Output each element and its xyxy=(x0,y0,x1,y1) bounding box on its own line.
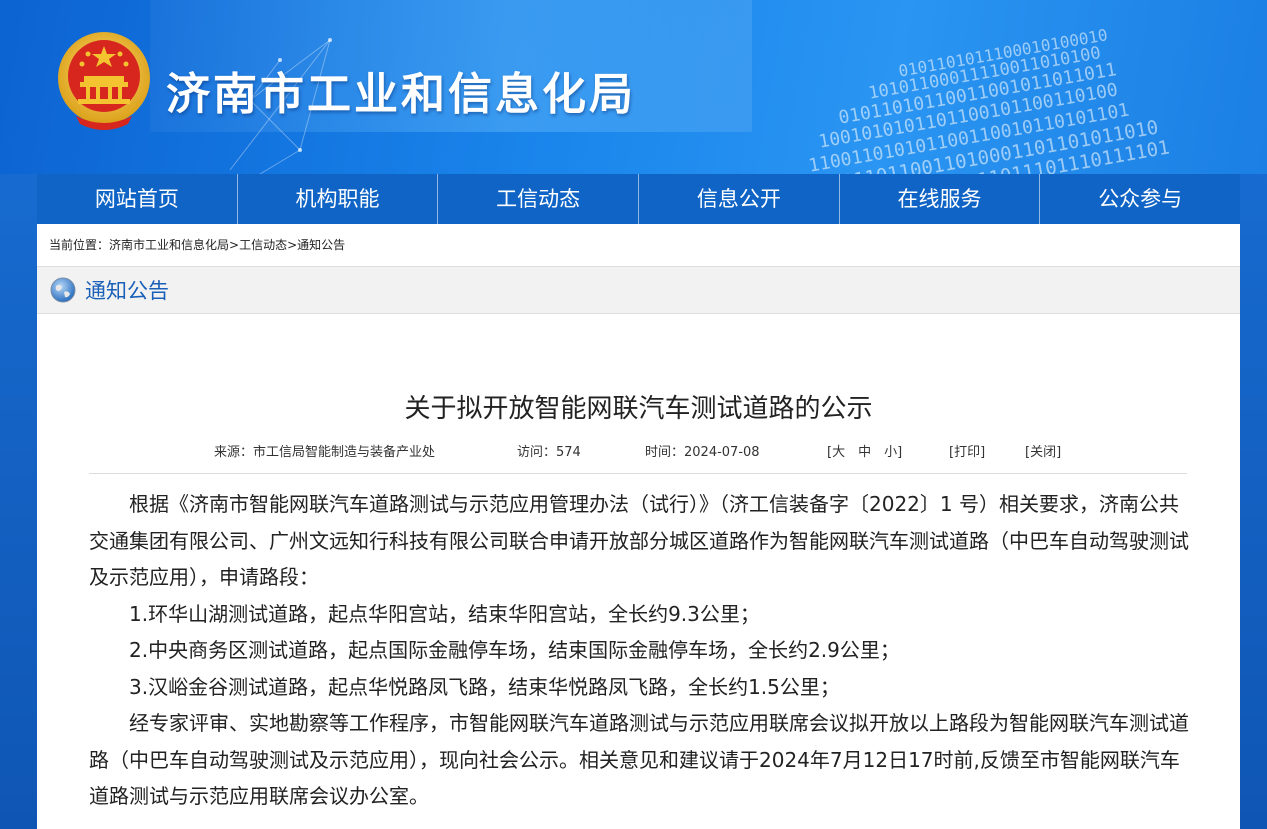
main-nav: 网站首页 机构职能 工信动态 信息公开 在线服务 公众参与 xyxy=(37,174,1240,225)
article-paragraph: 3.汉峪金谷测试道路，起点华悦路凤飞路，结束华悦路凤飞路，全长约1.5公里； xyxy=(129,674,840,699)
nav-item-functions[interactable]: 机构职能 xyxy=(238,174,439,224)
article-meta: 来源：市工信局智能制造与装备产业处 访问：574 时间：2024-07-08 [… xyxy=(37,441,1240,461)
article-title: 关于拟开放智能网联汽车测试道路的公示 xyxy=(404,394,873,424)
header-banner: 0101101011100010100010 10101100011110011… xyxy=(0,0,1267,174)
article-paragraph: 1.环华山湖测试道路，起点华阳宫站，结束华阳宫站，全长约9.3公里； xyxy=(129,601,760,626)
section-title: 通知公告 xyxy=(85,279,169,303)
breadcrumb: 当前位置：济南市工业和信息化局>工信动态>通知公告 xyxy=(37,224,1240,267)
article-paragraph: 根据《济南市智能网联汽车道路测试与示范应用管理办法（试行）》（济工信装备字〔20… xyxy=(89,492,1189,589)
globe-icon xyxy=(50,277,76,303)
breadcrumb-link-notices[interactable]: 通知公告 xyxy=(297,238,345,252)
breadcrumb-separator: > xyxy=(287,238,298,252)
nav-item-services[interactable]: 在线服务 xyxy=(840,174,1041,224)
nav-item-participation[interactable]: 公众参与 xyxy=(1040,174,1240,224)
breadcrumb-link-news[interactable]: 工信动态 xyxy=(239,238,287,252)
article-body: 根据《济南市智能网联汽车道路测试与示范应用管理办法（试行）》（济工信装备字〔20… xyxy=(89,486,1189,815)
article-visits: 访问：574 xyxy=(517,445,581,460)
site-title: 济南市工业和信息化局 xyxy=(166,69,636,120)
close-button[interactable]: [关闭] xyxy=(1025,441,1061,460)
print-button[interactable]: [打印] xyxy=(949,441,985,460)
breadcrumb-prefix: 当前位置： xyxy=(49,238,110,252)
article-paragraph: 2.中央商务区测试道路，起点国际金融停车场，结束国际金融停车场，全长约2.9公里… xyxy=(129,638,900,662)
nav-item-news[interactable]: 工信动态 xyxy=(438,174,640,224)
breadcrumb-separator: > xyxy=(229,238,240,252)
article-paragraph: 经专家评审、实地勘察等工作程序，市智能网联汽车道路测试与示范应用联席会议拟开放以… xyxy=(89,711,1189,808)
article-date: 时间：2024-07-08 xyxy=(645,445,760,460)
binary-pattern-decoration: 0101101011100010100010 10101100011110011… xyxy=(807,0,1267,174)
article-source: 来源：市工信局智能制造与装备产业处 xyxy=(214,445,436,460)
section-header: 通知公告 xyxy=(37,267,1240,314)
breadcrumb-link-home[interactable]: 济南市工业和信息化局 xyxy=(109,238,229,252)
nav-item-disclosure[interactable]: 信息公开 xyxy=(639,174,840,224)
font-size-toggle[interactable]: [大 中 小] xyxy=(827,441,902,460)
content-panel: 当前位置：济南市工业和信息化局>工信动态>通知公告 通知公告 关于拟开放智能网联… xyxy=(37,224,1240,829)
national-emblem-icon xyxy=(58,32,150,130)
title-divider xyxy=(89,473,1187,474)
nav-item-home[interactable]: 网站首页 xyxy=(37,174,238,224)
